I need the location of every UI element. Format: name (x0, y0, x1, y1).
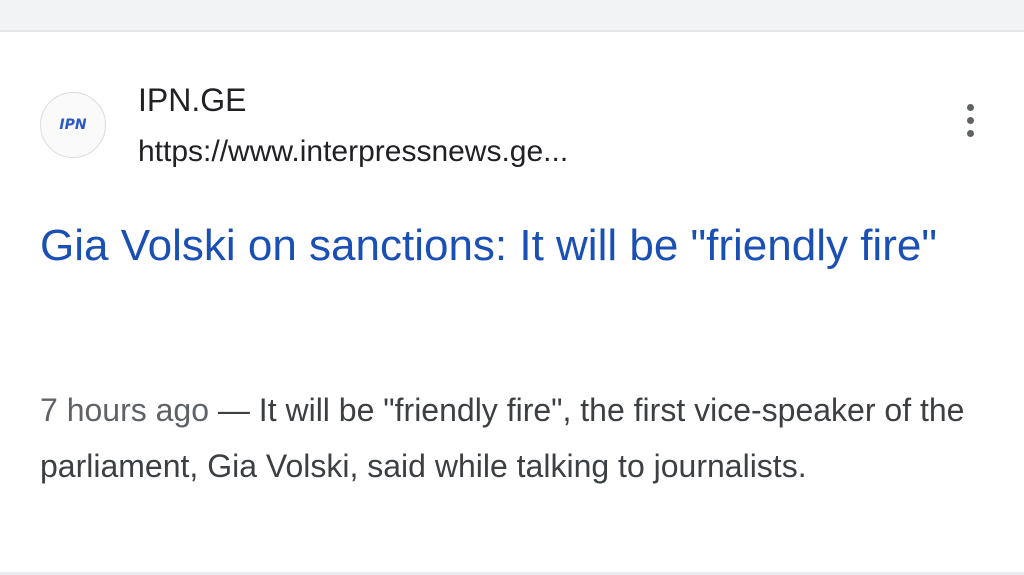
more-options-button[interactable] (950, 98, 990, 142)
result-date: 7 hours ago (40, 392, 210, 428)
vertical-dots-icon (966, 103, 974, 111)
site-url[interactable]: https://www.interpressnews.ge... (138, 132, 568, 172)
top-divider-strip (0, 0, 1024, 32)
vertical-dots-icon (966, 116, 974, 124)
vertical-dots-icon (966, 129, 974, 137)
ipn-logo-icon: IPN (59, 117, 87, 133)
result-snippet: 7 hours ago — It will be "friendly fire"… (40, 382, 970, 494)
search-result-card: IPN IPN.GE https://www.interpressnews.ge… (0, 32, 1024, 575)
snippet-separator: — (209, 392, 259, 428)
result-headline-link[interactable]: Gia Volski on sanctions: It will be "fri… (40, 214, 940, 278)
site-name[interactable]: IPN.GE (138, 80, 246, 120)
site-favicon-icon: IPN (40, 92, 106, 158)
